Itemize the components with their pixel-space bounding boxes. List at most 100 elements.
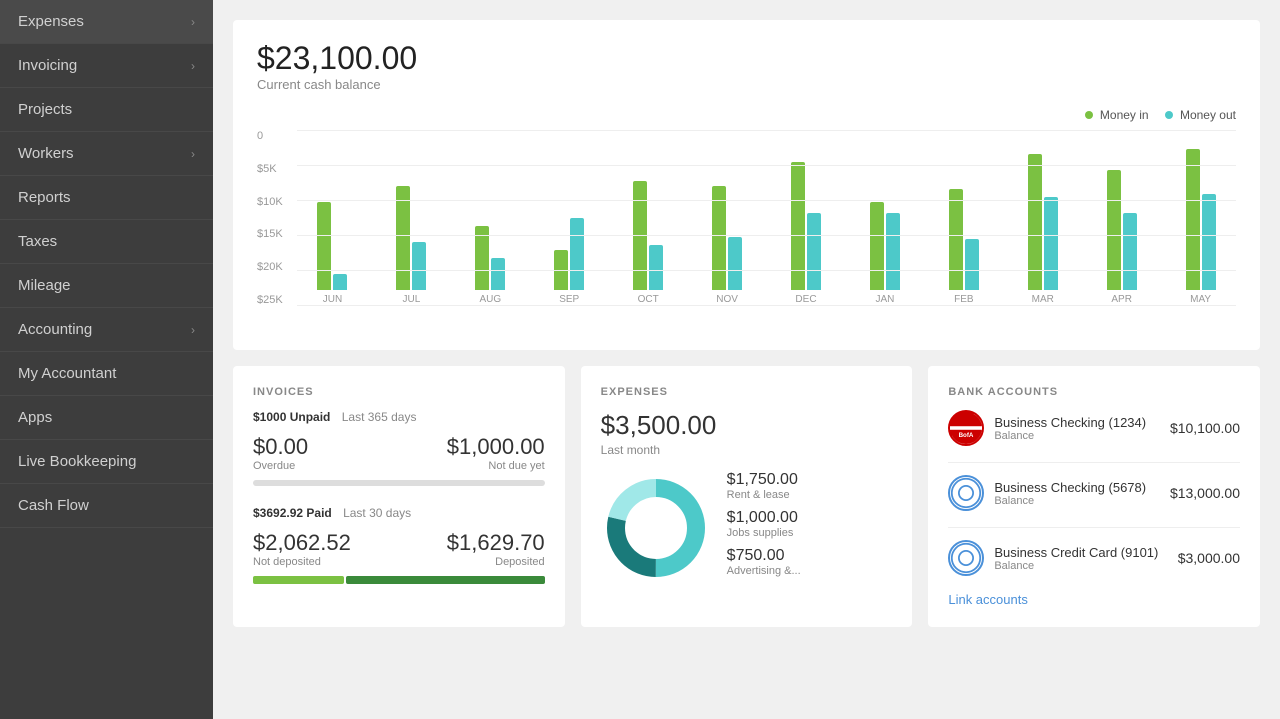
sidebar-item-workers[interactable]: Workers› bbox=[0, 132, 213, 176]
money-out-bar bbox=[886, 213, 900, 290]
breakdown-amount: $1,750.00 bbox=[727, 471, 893, 489]
money-in-bar bbox=[396, 186, 410, 290]
overdue-label: Overdue bbox=[253, 460, 308, 472]
month-label: FEB bbox=[954, 294, 973, 305]
chart-legend: Money in Money out bbox=[257, 108, 1236, 122]
y-axis-label: 0 bbox=[257, 130, 283, 142]
month-label: JUN bbox=[323, 294, 342, 305]
money-out-bar bbox=[570, 218, 584, 290]
money-in-legend: Money in bbox=[1085, 108, 1149, 122]
sidebar-item-label: Mileage bbox=[18, 277, 71, 294]
month-label: APR bbox=[1111, 294, 1132, 305]
sidebar-item-accounting[interactable]: Accounting› bbox=[0, 308, 213, 352]
chart-month-oct: OCT bbox=[613, 130, 684, 305]
breakdown-item: $750.00Advertising &... bbox=[727, 547, 893, 577]
sidebar-item-reports[interactable]: Reports bbox=[0, 176, 213, 220]
bank-account-item: Business Credit Card (9101)Balance$3,000… bbox=[948, 540, 1240, 576]
money-in-bar bbox=[633, 181, 647, 290]
chart-month-jan: JAN bbox=[849, 130, 920, 305]
month-label: AUG bbox=[479, 294, 501, 305]
money-out-bar bbox=[333, 274, 347, 290]
month-label: JUL bbox=[402, 294, 420, 305]
deposited-amount: $1,629.70 bbox=[447, 530, 545, 556]
money-in-bar bbox=[475, 226, 489, 290]
bank-account-item: Business Checking (5678)Balance$13,000.0… bbox=[948, 475, 1240, 511]
divider bbox=[948, 527, 1240, 528]
bank-icon: BofA bbox=[948, 410, 984, 446]
month-label: OCT bbox=[638, 294, 659, 305]
sidebar-item-projects[interactable]: Projects bbox=[0, 88, 213, 132]
bank-account-item: BofA Business Checking (1234)Balance $10,… bbox=[948, 410, 1240, 446]
y-axis-label: $5K bbox=[257, 163, 283, 175]
sidebar-item-label: Expenses bbox=[18, 13, 84, 30]
chart-month-mar: MAR bbox=[1007, 130, 1078, 305]
svg-text:BofA: BofA bbox=[959, 432, 974, 439]
money-out-bar bbox=[412, 242, 426, 290]
sidebar-item-cash-flow[interactable]: Cash Flow bbox=[0, 484, 213, 528]
sidebar-item-expenses[interactable]: Expenses› bbox=[0, 0, 213, 44]
sidebar-item-taxes[interactable]: Taxes bbox=[0, 220, 213, 264]
month-label: MAY bbox=[1190, 294, 1211, 305]
money-in-bar bbox=[949, 189, 963, 290]
sidebar-item-label: Taxes bbox=[18, 233, 57, 250]
money-out-legend: Money out bbox=[1165, 108, 1236, 122]
money-in-bar bbox=[1186, 149, 1200, 290]
expenses-title: EXPENSES bbox=[601, 386, 893, 398]
sidebar-item-label: Workers bbox=[18, 145, 74, 162]
expenses-donut-chart bbox=[601, 473, 711, 583]
chart-month-jun: JUN bbox=[297, 130, 368, 305]
sidebar-item-my-accountant[interactable]: My Accountant bbox=[0, 352, 213, 396]
money-in-bar bbox=[1028, 154, 1042, 290]
breakdown-label: Advertising &... bbox=[727, 565, 893, 577]
month-bars bbox=[297, 130, 368, 290]
not-due-yet-label: Not due yet bbox=[447, 460, 545, 472]
month-bars bbox=[1086, 130, 1157, 290]
sidebar-item-apps[interactable]: Apps bbox=[0, 396, 213, 440]
month-bars bbox=[376, 130, 447, 290]
money-out-bar bbox=[1202, 194, 1216, 290]
money-out-bar bbox=[1044, 197, 1058, 290]
sidebar-item-mileage[interactable]: Mileage bbox=[0, 264, 213, 308]
invoice-paid-amounts: $2,062.52 Not deposited $1,629.70 Deposi… bbox=[253, 530, 545, 568]
month-bars bbox=[771, 130, 842, 290]
deposited-label: Deposited bbox=[447, 556, 545, 568]
month-label: NOV bbox=[716, 294, 738, 305]
chart-month-may: MAY bbox=[1165, 130, 1236, 305]
bank-accounts-card: BANK ACCOUNTS BofA Business Checking (12… bbox=[928, 366, 1260, 627]
money-in-bar bbox=[1107, 170, 1121, 290]
money-out-dot bbox=[1165, 111, 1173, 119]
bank-balance-label: Balance bbox=[994, 560, 1167, 572]
month-bars bbox=[455, 130, 526, 290]
link-accounts-button[interactable]: Link accounts bbox=[948, 592, 1240, 607]
chart-month-apr: APR bbox=[1086, 130, 1157, 305]
sidebar-item-label: My Accountant bbox=[18, 365, 116, 382]
money-in-bar bbox=[870, 202, 884, 290]
chart-month-jul: JUL bbox=[376, 130, 447, 305]
sidebar-item-live-bookkeeping[interactable]: Live Bookkeeping bbox=[0, 440, 213, 484]
invoices-card: INVOICES $1000 Unpaid Last 365 days $0.0… bbox=[233, 366, 565, 627]
expenses-period: Last month bbox=[601, 443, 893, 457]
bank-account-amount: $10,100.00 bbox=[1170, 420, 1240, 436]
bank-info: Business Credit Card (9101)Balance bbox=[994, 545, 1167, 572]
money-out-bar bbox=[491, 258, 505, 290]
cash-balance-card: $23,100.00 Current cash balance Money in… bbox=[233, 20, 1260, 350]
money-in-bar bbox=[712, 186, 726, 290]
y-axis-label: $10K bbox=[257, 196, 283, 208]
breakdown-amount: $1,000.00 bbox=[727, 509, 893, 527]
expenses-amount: $3,500.00 bbox=[601, 410, 893, 441]
month-label: SEP bbox=[559, 294, 579, 305]
money-in-bar bbox=[554, 250, 568, 290]
month-bars bbox=[1007, 130, 1078, 290]
month-bars bbox=[849, 130, 920, 290]
breakdown-item: $1,000.00Jobs supplies bbox=[727, 509, 893, 539]
chart-month-feb: FEB bbox=[928, 130, 999, 305]
breakdown-amount: $750.00 bbox=[727, 547, 893, 565]
sidebar-item-invoicing[interactable]: Invoicing› bbox=[0, 44, 213, 88]
cards-row: INVOICES $1000 Unpaid Last 365 days $0.0… bbox=[233, 366, 1260, 627]
month-bars bbox=[534, 130, 605, 290]
bank-account-name: Business Checking (1234) bbox=[994, 415, 1160, 430]
chart-month-nov: NOV bbox=[692, 130, 763, 305]
bank-account-name: Business Credit Card (9101) bbox=[994, 545, 1167, 560]
bank-balance-label: Balance bbox=[994, 430, 1160, 442]
invoices-title: INVOICES bbox=[253, 386, 545, 398]
